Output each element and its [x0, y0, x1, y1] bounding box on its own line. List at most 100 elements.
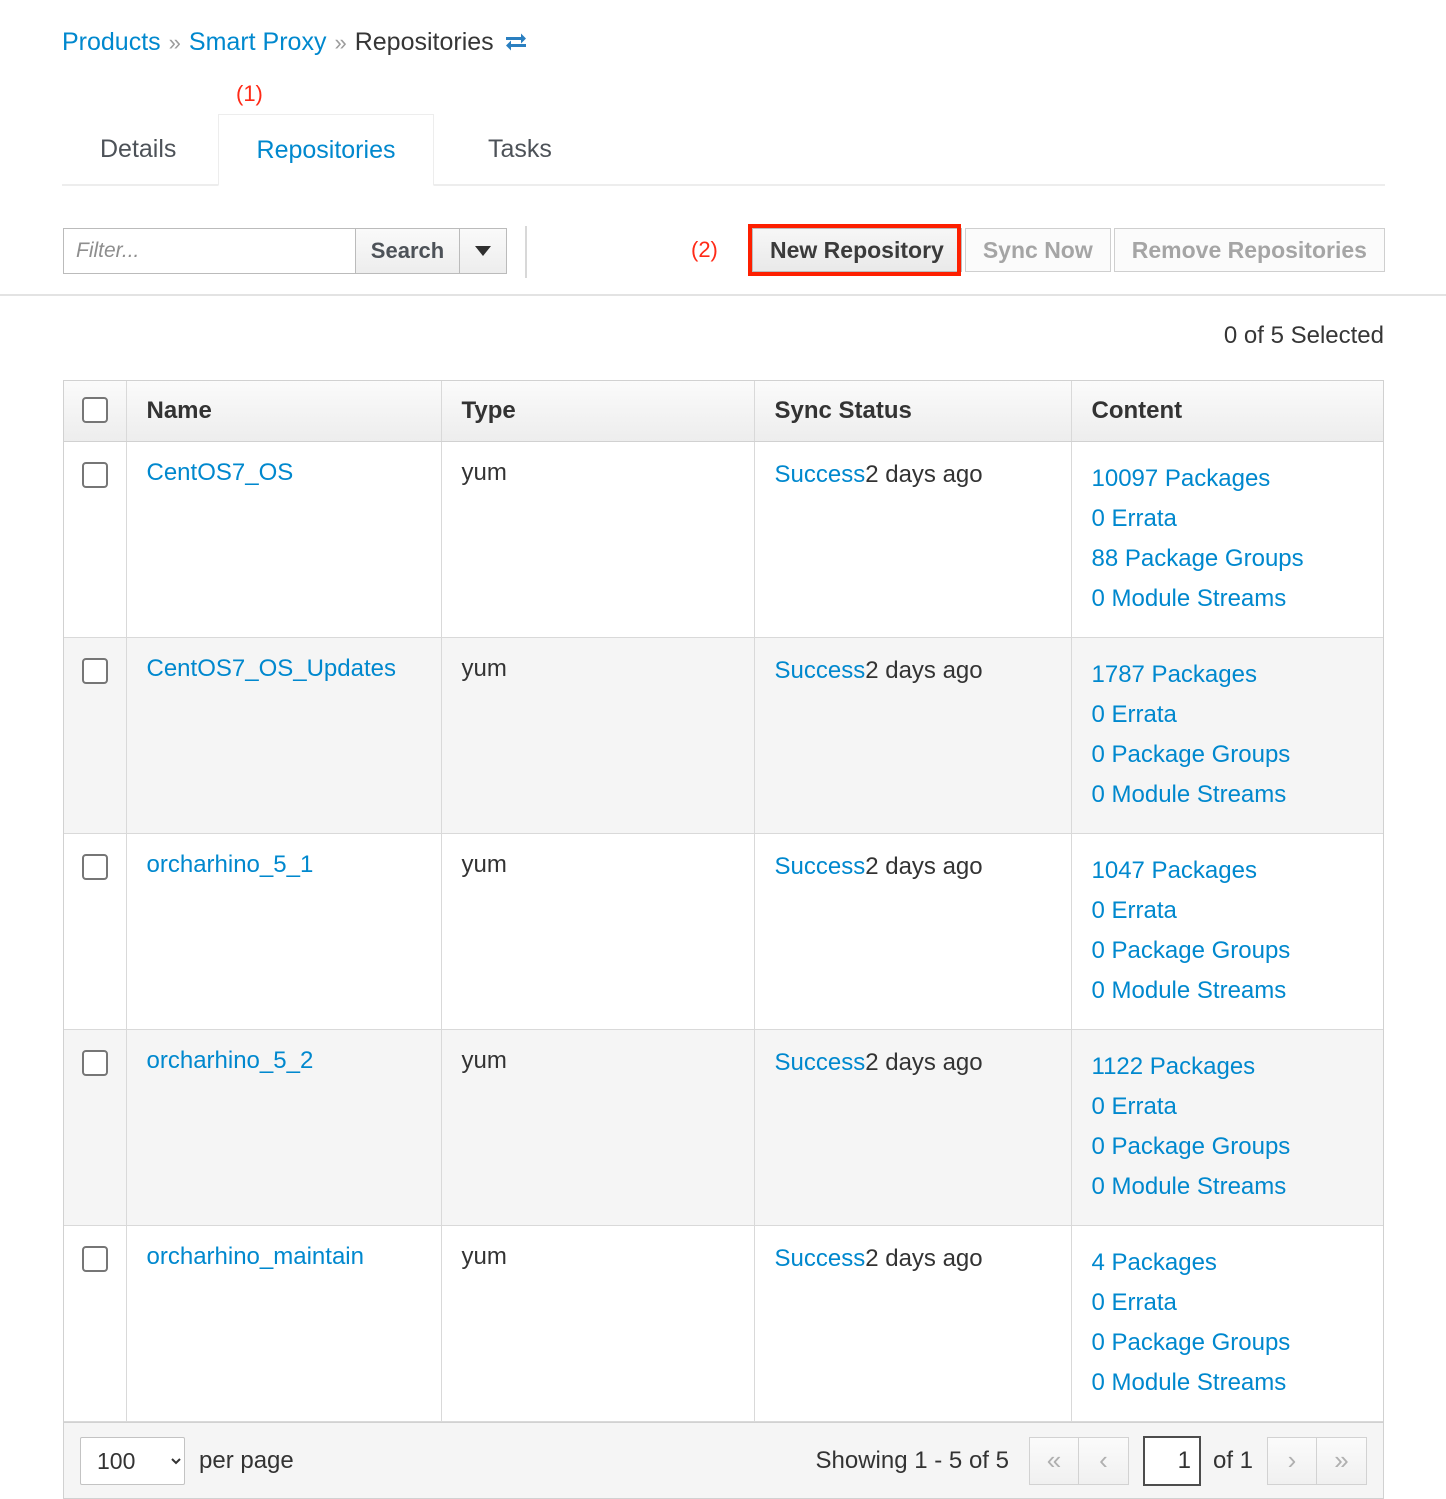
- row-sync-status-cell: Success2 days ago: [754, 1029, 1072, 1226]
- row-name-cell: orcharhino_5_1: [126, 833, 442, 1030]
- table-row: CentOS7_OS_Updates yum Success2 days ago…: [64, 637, 1384, 834]
- row-select-cell: [64, 833, 127, 1030]
- table-row: orcharhino_5_1 yum Success2 days ago 104…: [64, 833, 1384, 1030]
- sync-status-link[interactable]: Success: [775, 853, 866, 880]
- row-name-cell: CentOS7_OS_Updates: [126, 637, 442, 834]
- content-packages-link[interactable]: 1122 Packages: [1092, 1047, 1384, 1087]
- sync-ago-text: 2 days ago: [865, 461, 983, 488]
- content-errata-link[interactable]: 0 Errata: [1092, 499, 1384, 539]
- content-module-streams-link[interactable]: 0 Module Streams: [1092, 1167, 1384, 1207]
- repository-link[interactable]: orcharhino_maintain: [147, 1243, 364, 1270]
- breadcrumb-item-smart-proxy[interactable]: Smart Proxy: [189, 28, 327, 56]
- tab-tasks[interactable]: Tasks: [462, 114, 578, 184]
- row-type-cell: yum: [441, 441, 755, 638]
- action-button-group: New Repository Sync Now Remove Repositor…: [752, 228, 1385, 272]
- table-body: CentOS7_OS yum Success2 days ago 10097 P…: [64, 441, 1384, 1422]
- row-name-cell: orcharhino_maintain: [126, 1225, 442, 1422]
- table-row: orcharhino_5_2 yum Success2 days ago 112…: [64, 1029, 1384, 1226]
- row-checkbox[interactable]: [81, 462, 108, 488]
- tab-details[interactable]: Details: [74, 114, 202, 184]
- sync-ago-text: 2 days ago: [865, 1049, 983, 1076]
- row-sync-status-cell: Success2 days ago: [754, 1225, 1072, 1422]
- pagination: Showing 1 - 5 of 5 « ‹ of 1 › »: [815, 1435, 1367, 1486]
- repository-link[interactable]: CentOS7_OS_Updates: [147, 655, 396, 682]
- column-header-name[interactable]: Name: [126, 381, 442, 442]
- page-number-input[interactable]: [1142, 1435, 1201, 1486]
- row-select-cell: [64, 1225, 127, 1422]
- repository-link[interactable]: CentOS7_OS: [147, 459, 294, 486]
- content-package-groups-link[interactable]: 0 Package Groups: [1092, 735, 1384, 775]
- per-page-label: per page: [199, 1446, 294, 1474]
- content-errata-link[interactable]: 0 Errata: [1092, 891, 1384, 931]
- sync-ago-text: 2 days ago: [865, 853, 983, 880]
- select-all-checkbox[interactable]: [81, 397, 108, 423]
- select-all-header: [64, 381, 127, 442]
- table-head: Name Type Sync Status Content: [64, 381, 1383, 442]
- content-errata-link[interactable]: 0 Errata: [1092, 1283, 1384, 1323]
- repositories-table-container: Name Type Sync Status Content CentOS7_OS…: [63, 380, 1384, 1499]
- content-package-groups-link[interactable]: 0 Package Groups: [1092, 1127, 1384, 1167]
- tab-repositories[interactable]: Repositories: [218, 114, 434, 186]
- last-page-button[interactable]: »: [1317, 1436, 1367, 1485]
- caret-down-icon: [475, 246, 491, 256]
- content-errata-link[interactable]: 0 Errata: [1092, 695, 1384, 735]
- breadcrumb-separator: »: [334, 30, 347, 55]
- row-checkbox[interactable]: [81, 854, 108, 880]
- row-checkbox[interactable]: [81, 1246, 108, 1272]
- remove-repositories-button[interactable]: Remove Repositories: [1113, 228, 1385, 272]
- per-page-select[interactable]: 51015202550100: [80, 1436, 185, 1485]
- row-checkbox[interactable]: [81, 658, 108, 684]
- sync-status-link[interactable]: Success: [775, 657, 866, 684]
- column-header-sync-status[interactable]: Sync Status: [754, 381, 1072, 442]
- tab-details-label: Details: [100, 134, 177, 163]
- search-button[interactable]: Search: [355, 228, 460, 274]
- content-errata-link[interactable]: 0 Errata: [1092, 1087, 1384, 1127]
- row-content-cell: 1122 Packages 0 Errata 0 Package Groups …: [1071, 1029, 1384, 1226]
- breadcrumb-separator: »: [168, 30, 181, 55]
- column-header-type[interactable]: Type: [441, 381, 755, 442]
- row-content-cell: 1047 Packages 0 Errata 0 Package Groups …: [1071, 833, 1384, 1030]
- table-row: orcharhino_maintain yum Success2 days ag…: [64, 1225, 1384, 1422]
- repository-link[interactable]: orcharhino_5_2: [147, 1047, 314, 1074]
- filter-input[interactable]: [63, 228, 355, 274]
- content-module-streams-link[interactable]: 0 Module Streams: [1092, 971, 1384, 1011]
- tab-bar: Details Repositories Tasks: [62, 114, 1385, 186]
- sync-ago-text: 2 days ago: [865, 657, 983, 684]
- row-type-cell: yum: [441, 1225, 755, 1422]
- column-header-content[interactable]: Content: [1071, 381, 1383, 442]
- first-page-button[interactable]: «: [1028, 1436, 1079, 1485]
- sync-status-link[interactable]: Success: [775, 461, 866, 488]
- row-sync-status-cell: Success2 days ago: [754, 441, 1072, 638]
- content-packages-link[interactable]: 4 Packages: [1092, 1243, 1384, 1283]
- content-module-streams-link[interactable]: 0 Module Streams: [1092, 1363, 1384, 1403]
- row-select-cell: [64, 1029, 127, 1226]
- tab-tasks-label: Tasks: [488, 134, 552, 163]
- sync-now-button[interactable]: Sync Now: [964, 228, 1111, 272]
- row-select-cell: [64, 441, 127, 638]
- sync-ago-text: 2 days ago: [865, 1245, 983, 1272]
- content-packages-link[interactable]: 1047 Packages: [1092, 851, 1384, 891]
- sync-status-link[interactable]: Success: [775, 1245, 866, 1272]
- breadcrumb-item-products[interactable]: Products: [62, 28, 161, 56]
- content-package-groups-link[interactable]: 0 Package Groups: [1092, 1323, 1384, 1363]
- repository-link[interactable]: orcharhino_5_1: [147, 851, 314, 878]
- content-module-streams-link[interactable]: 0 Module Streams: [1092, 579, 1384, 619]
- row-sync-status-cell: Success2 days ago: [754, 637, 1072, 834]
- toolbar-divider: [525, 226, 527, 278]
- search-dropdown-toggle[interactable]: [460, 228, 507, 274]
- swap-horizontal-icon[interactable]: [505, 29, 527, 51]
- annotation-callout-1: (1): [236, 81, 263, 106]
- sync-status-link[interactable]: Success: [775, 1049, 866, 1076]
- next-page-button[interactable]: ›: [1267, 1436, 1317, 1485]
- showing-range-text: Showing 1 - 5 of 5: [815, 1446, 1009, 1474]
- content-module-streams-link[interactable]: 0 Module Streams: [1092, 775, 1384, 815]
- row-checkbox[interactable]: [81, 1050, 108, 1076]
- content-package-groups-link[interactable]: 0 Package Groups: [1092, 931, 1384, 971]
- new-repository-button[interactable]: New Repository: [752, 228, 962, 272]
- content-packages-link[interactable]: 1787 Packages: [1092, 655, 1384, 695]
- content-packages-link[interactable]: 10097 Packages: [1092, 459, 1384, 499]
- previous-page-button[interactable]: ‹: [1078, 1436, 1129, 1485]
- filter-group: Search: [63, 228, 507, 274]
- sync-now-label: Sync Now: [982, 236, 1093, 263]
- content-package-groups-link[interactable]: 88 Package Groups: [1092, 539, 1384, 579]
